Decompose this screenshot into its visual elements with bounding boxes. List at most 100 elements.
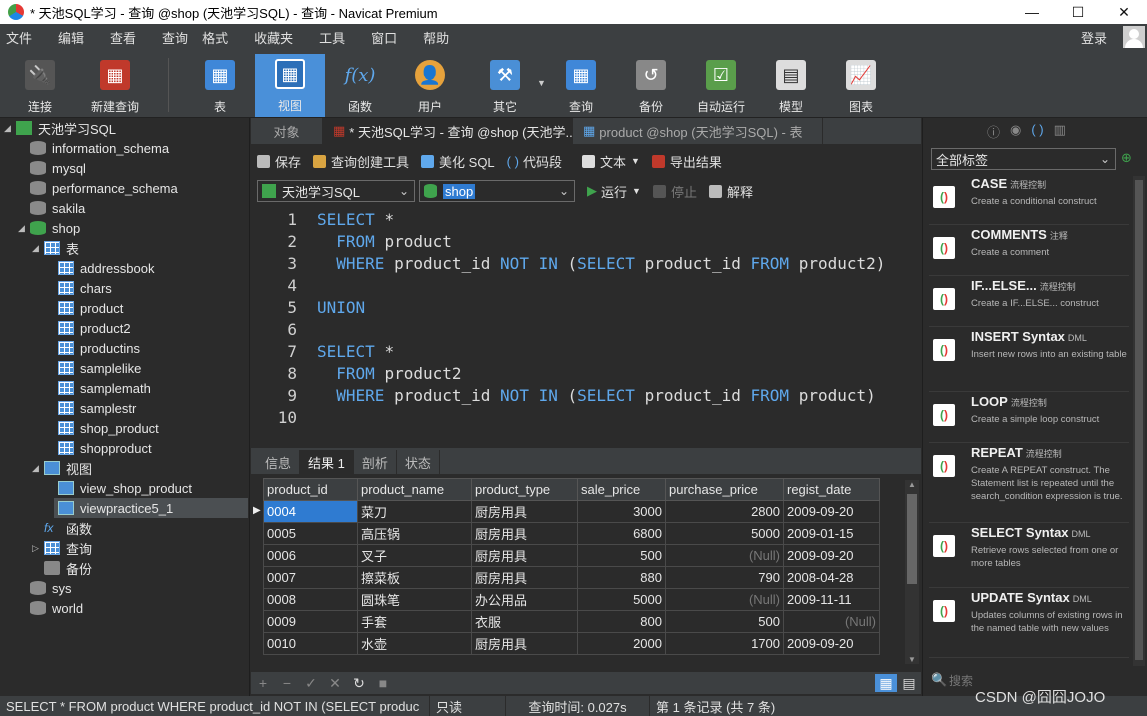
views-folder[interactable]: 视图 <box>44 458 92 478</box>
model-button[interactable]: ▤ 模型 <box>756 55 826 117</box>
tab-info[interactable]: 信息 <box>257 450 301 474</box>
snippet-filter-select[interactable]: 全部标签 ⌄ <box>931 148 1116 170</box>
connect-button[interactable]: 🔌 连接 <box>5 55 75 117</box>
table-item[interactable]: productins <box>58 338 140 358</box>
table-cell[interactable]: 0004 <box>263 500 358 523</box>
backups-folder[interactable]: 备份 <box>44 558 92 578</box>
scroll-up-icon[interactable]: ▲ <box>908 480 916 489</box>
table-cell[interactable]: 圆珠笔 <box>357 588 472 611</box>
table-cell[interactable]: 擦菜板 <box>357 566 472 589</box>
scrollbar-thumb[interactable] <box>907 494 917 584</box>
login-link[interactable]: 登录 <box>1075 28 1115 47</box>
table-item[interactable]: shopproduct <box>58 438 152 458</box>
table-cell[interactable]: 5000 <box>665 522 784 545</box>
table-item[interactable]: addressbook <box>58 258 154 278</box>
menu-window[interactable]: 窗口 <box>365 28 405 47</box>
table-item[interactable]: samplemath <box>58 378 151 398</box>
menu-tools[interactable]: 工具 <box>313 28 353 47</box>
eye-icon[interactable]: ◉ <box>1010 122 1021 141</box>
table-cell[interactable]: 0005 <box>263 522 358 545</box>
new-query-button[interactable]: ▦ 新建查询 <box>80 55 150 117</box>
menu-favorites[interactable]: 收藏夹 <box>248 28 301 47</box>
tab-profile[interactable]: 剖析 <box>354 450 397 474</box>
backup-button[interactable]: ↺ 备份 <box>616 55 686 117</box>
collapse-arrow-icon[interactable]: ◢ <box>32 463 39 474</box>
table-cell[interactable]: 厨房用具 <box>471 566 578 589</box>
table-cell[interactable]: (Null) <box>665 588 784 611</box>
table-cell[interactable]: 880 <box>577 566 666 589</box>
view-button[interactable]: ▦ 视图 <box>255 54 325 117</box>
sql-editor[interactable]: 1 SELECT * 2 FROM product 3 WHERE product_i… <box>251 206 921 444</box>
table-cell[interactable]: 2009-09-20 <box>783 544 880 567</box>
snippet-item[interactable]: () UPDATE Syntax DML Updates columns of exi… <box>929 588 1129 658</box>
table-cell[interactable]: 2000 <box>577 632 666 655</box>
user-button[interactable]: 👤 用户 <box>395 55 465 117</box>
database-node[interactable]: performance_schema <box>30 178 178 198</box>
functions-folder[interactable]: fx 函数 <box>44 518 92 538</box>
run-button[interactable]: ▶ 运行 ▼ <box>581 182 647 201</box>
table-cell[interactable]: 2009-11-11 <box>783 588 880 611</box>
table-cell[interactable]: 2009-09-20 <box>783 632 880 655</box>
table-item[interactable]: samplelike <box>58 358 141 378</box>
snippet-item[interactable]: () COMMENTS 注释 Create a comment <box>929 225 1129 276</box>
table-item[interactable]: chars <box>58 278 112 298</box>
connection-select[interactable]: 天池学习SQL ⌄ <box>257 180 415 202</box>
chart-button[interactable]: 📈 图表 <box>826 55 896 117</box>
function-button[interactable]: f(x) 函数 <box>325 55 395 117</box>
auto-run-button[interactable]: ☑ 自动运行 <box>686 55 756 117</box>
menu-query[interactable]: 查询 <box>156 28 196 47</box>
table-cell[interactable]: (Null) <box>665 544 784 567</box>
delete-record-icon[interactable]: − <box>275 675 299 691</box>
column-header[interactable]: regist_date <box>783 478 880 501</box>
minimize-button[interactable]: — <box>1009 0 1055 24</box>
tab-product-table[interactable]: ▦ product @shop (天池学习SQL) - 表 <box>573 118 823 144</box>
table-row[interactable]: 0007 擦菜板 厨房用具 880 790 2008-04-28 <box>263 566 880 589</box>
table-item[interactable]: shop_product <box>58 418 159 438</box>
table-cell[interactable]: 厨房用具 <box>471 500 578 523</box>
view-item-selected[interactable]: viewpractice5_1 <box>54 498 248 518</box>
database-node[interactable]: world <box>30 598 83 618</box>
database-node[interactable]: sys <box>30 578 72 598</box>
table-cell[interactable]: 衣服 <box>471 610 578 633</box>
tab-status[interactable]: 状态 <box>397 450 440 474</box>
save-button[interactable]: 保存 <box>251 152 307 171</box>
table-cell[interactable]: (Null) <box>783 610 880 633</box>
expand-arrow-icon[interactable]: ▷ <box>32 543 39 554</box>
table-cell[interactable]: 手套 <box>357 610 472 633</box>
column-header[interactable]: product_type <box>471 478 578 501</box>
code-snippet-button[interactable]: ( ) 代码段 <box>501 152 568 171</box>
table-button[interactable]: ▦ 表 <box>185 55 255 117</box>
table-row[interactable]: 0010 水壶 厨房用具 2000 1700 2009-09-20 <box>263 632 880 655</box>
grid-scrollbar[interactable]: ▲ ▼ <box>905 480 919 664</box>
discard-icon[interactable]: ✕ <box>323 675 347 692</box>
table-cell[interactable]: 500 <box>665 610 784 633</box>
table-cell[interactable]: 5000 <box>577 588 666 611</box>
table-cell[interactable]: 2009-09-20 <box>783 500 880 523</box>
database-node[interactable]: mysql <box>30 158 86 178</box>
table-cell[interactable]: 0006 <box>263 544 358 567</box>
other-button[interactable]: ⚒ 其它 <box>470 55 540 117</box>
form-view-icon[interactable]: ▤ <box>897 675 921 692</box>
tab-objects[interactable]: 对象 <box>251 118 323 144</box>
menu-file[interactable]: 文件 <box>0 28 40 47</box>
snippet-item[interactable]: () CASE 流程控制 Create a conditional construct <box>929 174 1129 225</box>
scrollbar-thumb[interactable] <box>1135 180 1143 660</box>
stop-button[interactable]: 停止 <box>647 182 703 201</box>
menu-help[interactable]: 帮助 <box>417 28 457 47</box>
database-node[interactable]: information_schema <box>30 138 169 158</box>
apply-icon[interactable]: ✓ <box>299 675 323 692</box>
explain-button[interactable]: 解释 <box>703 182 759 201</box>
table-cell[interactable]: 1700 <box>665 632 784 655</box>
table-cell[interactable]: 6800 <box>577 522 666 545</box>
database-node[interactable]: sakila <box>30 198 85 218</box>
table-cell[interactable]: 2008-04-28 <box>783 566 880 589</box>
table-cell[interactable]: 菜刀 <box>357 500 472 523</box>
query-button[interactable]: ▦ 查询 <box>546 55 616 117</box>
table-item[interactable]: samplestr <box>58 398 136 418</box>
table-cell[interactable]: 办公用品 <box>471 588 578 611</box>
table-cell[interactable]: 800 <box>577 610 666 633</box>
refresh-icon[interactable]: ↻ <box>347 675 371 692</box>
view-item[interactable]: view_shop_product <box>58 478 192 498</box>
snippet-item[interactable]: () SELECT Syntax DML Retrieve rows selected… <box>929 523 1129 588</box>
layout-icon[interactable]: ▥ <box>1054 122 1066 141</box>
